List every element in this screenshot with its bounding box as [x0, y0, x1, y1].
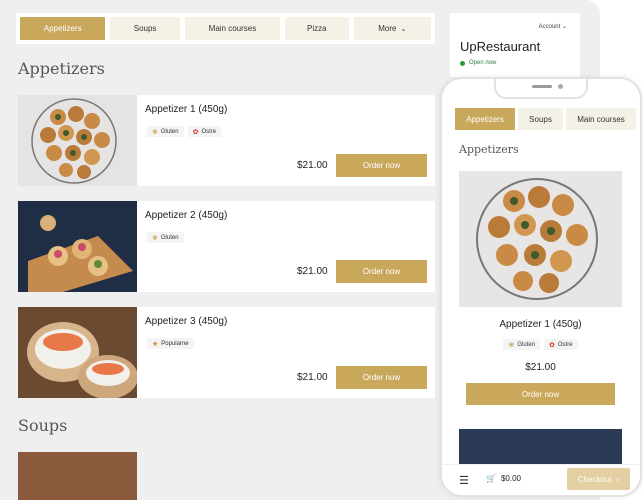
tab-appetizers[interactable]: Appetizers	[20, 17, 106, 40]
chevron-right-icon: ›	[616, 474, 620, 484]
item-tags: ❀ Gluten ✿ Ostre	[459, 339, 622, 350]
item-price: $21.00	[297, 160, 328, 171]
item-name: Appetizer 1 (450g)	[499, 319, 582, 330]
menu-icon[interactable]: ☰	[459, 474, 469, 487]
item-price: $21.00	[297, 372, 328, 383]
item-name: Appetizer 3 (450g)	[145, 316, 228, 327]
tab-appetizers[interactable]: Appetizers	[455, 108, 515, 130]
tag-label: Ostre	[201, 128, 217, 135]
tab-soups[interactable]: Soups	[518, 108, 563, 130]
checkout-button[interactable]: Checkout ›	[567, 468, 630, 490]
wheat-icon: ❀	[508, 341, 515, 349]
order-now-button[interactable]: Order now	[336, 260, 427, 283]
status-text: Open now	[469, 60, 497, 66]
mobile-bottom-bar: ☰ 🛒 $0.00 Checkout ›	[442, 464, 640, 495]
tag-popularne: ★ Popularne	[147, 338, 194, 349]
tag-ostre: ✿ Ostre	[544, 339, 578, 350]
mobile-category-nav: Appetizers Soups Main courses	[452, 105, 640, 133]
account-label: Account	[538, 24, 561, 30]
category-nav: Appetizers Soups Main courses Pizza More…	[16, 13, 435, 44]
item-name: Appetizer 1 (450g)	[145, 104, 228, 115]
camera-icon	[558, 84, 563, 89]
tag-label: Ostre	[557, 341, 573, 348]
award-icon: ★	[152, 340, 159, 348]
status-badge: Open now	[460, 60, 496, 66]
tag-label: Gluten	[160, 234, 179, 241]
item-price: $21.00	[297, 266, 328, 277]
tag-label: Popularne	[161, 340, 189, 347]
restaurant-card: Account ⌄ UpRestaurant Open now	[450, 13, 580, 77]
item-photo[interactable]	[18, 95, 137, 186]
item-photo[interactable]	[18, 307, 137, 398]
item-photo[interactable]	[459, 429, 622, 465]
section-title-appetizers: Appetizers	[18, 59, 105, 78]
chili-icon: ✿	[549, 341, 555, 349]
cart-icon: 🛒	[486, 474, 496, 483]
menu-item: Appetizer 1 (450g) ❀ Gluten ✿ Ostre $21.00…	[18, 95, 435, 186]
mobile-view: Appetizers Soups Main courses Appetizers…	[440, 77, 642, 497]
order-now-button[interactable]: Order now	[336, 154, 427, 177]
menu-item: Appetizer 1 (450g) ❀ Gluten ✿ Ostre $21.00…	[459, 171, 622, 411]
item-tags: ★ Popularne	[147, 338, 194, 349]
order-now-button[interactable]: Order now	[336, 366, 427, 389]
tab-soups[interactable]: Soups	[110, 17, 180, 40]
phone-notch	[494, 79, 588, 99]
wheat-icon: ❀	[152, 128, 158, 136]
tag-label: Gluten	[517, 341, 535, 348]
item-photo[interactable]	[459, 171, 622, 307]
tab-more-label: More	[378, 24, 397, 33]
item-name: Appetizer 2 (450g)	[145, 210, 228, 221]
menu-item: Appetizer 3 (450g) ★ Popularne $21.00 Ord…	[18, 307, 435, 398]
item-photo[interactable]	[18, 201, 137, 292]
chili-icon: ✿	[192, 128, 199, 136]
tag-label: Gluten	[160, 128, 179, 135]
status-dot-icon	[460, 60, 465, 66]
account-menu[interactable]: Account ⌄	[539, 23, 567, 30]
menu-item: Appetizer 2 (450g) ❀ Gluten $21.00 Order …	[18, 201, 435, 292]
tab-main-courses[interactable]: Main courses	[184, 17, 281, 40]
chevron-down-icon: ⌄	[400, 25, 407, 33]
tag-gluten: ❀ Gluten	[147, 232, 184, 243]
wheat-icon: ❀	[152, 234, 158, 242]
tag-ostre: ✿ Ostre	[187, 126, 222, 137]
item-photo[interactable]	[18, 452, 137, 500]
section-title-soups: Soups	[18, 416, 68, 435]
item-tags: ❀ Gluten ✿ Ostre	[147, 126, 222, 137]
chevron-down-icon: ⌄	[561, 24, 567, 30]
cart-button[interactable]: 🛒 $0.00	[486, 474, 521, 483]
tab-more[interactable]: More ⌄	[353, 17, 431, 40]
order-now-button[interactable]: Order now	[466, 383, 615, 405]
tab-pizza[interactable]: Pizza	[285, 17, 349, 40]
tab-main-courses[interactable]: Main courses	[566, 108, 636, 130]
item-price: $21.00	[525, 362, 556, 373]
speaker-icon	[532, 85, 552, 88]
tag-gluten: ❀ Gluten	[147, 126, 184, 137]
cart-total: $0.00	[500, 474, 521, 483]
restaurant-name: UpRestaurant	[460, 39, 541, 54]
section-title-appetizers: Appetizers	[459, 143, 519, 156]
tag-gluten: ❀ Gluten	[503, 339, 540, 350]
item-tags: ❀ Gluten	[147, 232, 184, 243]
checkout-label: Checkout	[577, 474, 612, 484]
